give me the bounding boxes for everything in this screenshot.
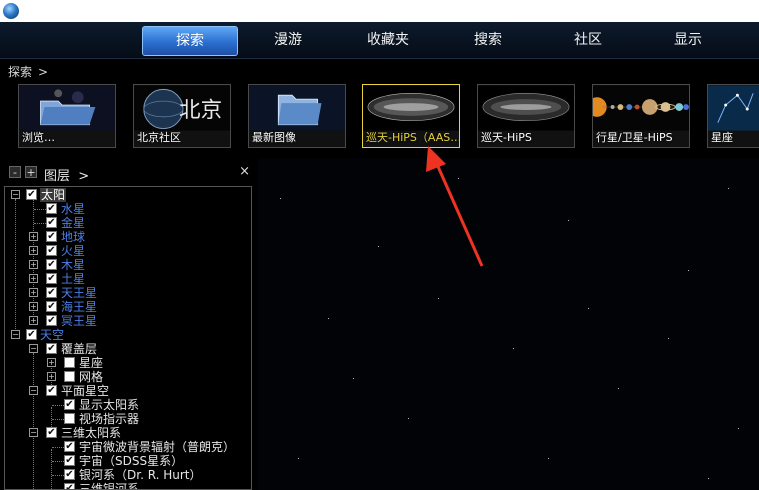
annotation-arrow [426, 146, 484, 267]
